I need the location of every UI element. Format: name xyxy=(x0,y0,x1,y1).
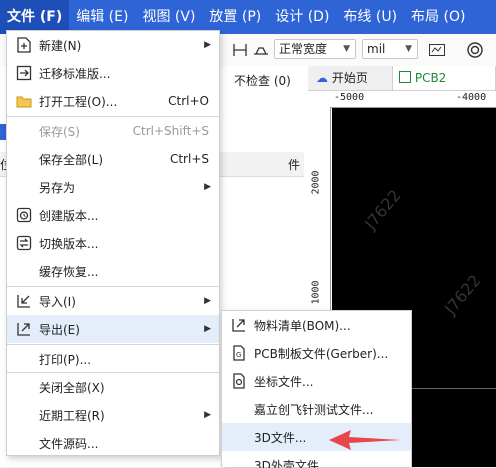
menu-item-label: 缓存恢复... xyxy=(39,264,99,279)
cloud-icon: ☁ xyxy=(316,71,328,85)
menu-item-label: 另存为 xyxy=(39,180,76,195)
ruler-label: -4000 xyxy=(456,92,487,103)
migrate-icon xyxy=(15,64,33,82)
document-tabs: ☁ 开始页 PCB2 xyxy=(308,66,496,91)
ruler-label: 2000 xyxy=(310,170,322,195)
menu-item-save-all[interactable]: 保存全部(L) Ctrl+S xyxy=(7,145,219,173)
tab-pcb2[interactable]: PCB2 xyxy=(392,66,496,90)
width-select-value: 正常宽度 xyxy=(279,42,328,56)
chevron-down-icon: ▼ xyxy=(343,44,350,54)
chevron-right-icon: ▶ xyxy=(204,182,211,192)
menu-item-label: 新建(N) xyxy=(39,38,82,53)
menu-layout[interactable]: 布局 (O) xyxy=(404,0,472,34)
import-icon xyxy=(15,292,33,310)
chevron-down-icon: ▼ xyxy=(405,44,412,54)
annotation-arrow-icon xyxy=(329,430,401,450)
measure-icon[interactable] xyxy=(428,41,446,59)
ruler-top: -5000 -4000 xyxy=(330,91,496,108)
menu-item-label: 打开工程(O)... xyxy=(39,94,118,109)
unit-select-value: mil xyxy=(367,42,386,56)
shortcut-label: Ctrl+O xyxy=(168,94,209,108)
ruler-label: -5000 xyxy=(334,92,365,103)
menu-item-bom[interactable]: 物料清单(BOM)... xyxy=(222,311,411,339)
menu-item-label: 切换版本... xyxy=(39,236,99,251)
menu-item-recent-projects[interactable]: 近期工程(R) ▶ xyxy=(7,401,219,429)
switch-version-icon xyxy=(15,234,33,252)
svg-text:G: G xyxy=(236,351,241,359)
col-header-right: 件 xyxy=(287,158,300,172)
trace-shape-icon[interactable] xyxy=(252,41,270,59)
menu-item-close-all[interactable]: 关闭全部(X) xyxy=(7,373,219,401)
ruler-label: 1000 xyxy=(310,280,322,305)
menu-item-label: 3D外壳文件... xyxy=(254,459,331,468)
target-icon[interactable] xyxy=(466,41,484,59)
menu-place[interactable]: 放置 (P) xyxy=(202,0,268,34)
menu-edit[interactable]: 编辑 (E) xyxy=(69,0,135,34)
chevron-right-icon: ▶ xyxy=(204,324,211,334)
menu-item-label: 保存全部(L) xyxy=(39,152,104,167)
no-check-tab[interactable]: 不检查 (0) xyxy=(234,72,291,89)
menubar: 文件 (F) 编辑 (E) 视图 (V) 放置 (P) 设计 (D) 布线 (U… xyxy=(0,0,496,34)
menu-item-label: 物料清单(BOM)... xyxy=(254,318,351,333)
menu-item-label: 导入(I) xyxy=(39,294,76,309)
tab-home[interactable]: ☁ 开始页 xyxy=(316,66,368,90)
menu-item-cache-restore[interactable]: 缓存恢复... xyxy=(7,257,219,285)
width-select[interactable]: 正常宽度 ▼ xyxy=(274,39,356,59)
menu-item-label: 文件源码... xyxy=(39,436,99,451)
new-file-icon xyxy=(15,36,33,54)
menu-item-label: 近期工程(R) xyxy=(39,408,105,423)
shortcut-label: Ctrl+S xyxy=(169,152,209,166)
menu-item-flying-probe[interactable]: 嘉立创飞针测试文件... xyxy=(222,395,411,423)
menu-item-label: 保存(S) xyxy=(39,124,80,139)
menu-item-open-project[interactable]: 打开工程(O)... Ctrl+O xyxy=(7,87,219,115)
gerber-icon: G xyxy=(230,344,248,362)
menu-item-label: PCB制板文件(Gerber)... xyxy=(254,346,389,361)
coordinate-icon xyxy=(230,372,248,390)
menu-item-label: 创建版本... xyxy=(39,208,99,223)
create-version-icon xyxy=(15,206,33,224)
menu-view[interactable]: 视图 (V) xyxy=(135,0,202,34)
ruler-icon[interactable] xyxy=(232,41,250,59)
menu-item-migrate[interactable]: 迁移标准版... xyxy=(7,59,219,87)
menu-file[interactable]: 文件 (F) xyxy=(0,0,70,34)
menu-route[interactable]: 布线 (U) xyxy=(336,0,404,34)
menu-item-switch-version[interactable]: 切换版本... xyxy=(7,229,219,257)
chevron-right-icon: ▶ xyxy=(204,410,211,420)
file-menu: 新建(N) ▶ 迁移标准版... 打开工程(O)... Ctrl+O 保存(S)… xyxy=(6,30,220,456)
menu-item-file-source[interactable]: 文件源码... xyxy=(7,429,219,457)
menu-item-save-as[interactable]: 另存为 ▶ xyxy=(7,173,219,201)
menu-item-label: 坐标文件... xyxy=(254,374,314,389)
menu-item-gerber[interactable]: G PCB制板文件(Gerber)... xyxy=(222,339,411,367)
menu-design[interactable]: 设计 (D) xyxy=(268,0,336,34)
menu-item-create-version[interactable]: 创建版本... xyxy=(7,201,219,229)
export-arrow-icon xyxy=(230,316,248,334)
menu-item-label: 关闭全部(X) xyxy=(39,380,105,395)
menu-item-export[interactable]: 导出(E) ▶ xyxy=(7,315,219,343)
menu-item-coordinate-file[interactable]: 坐标文件... xyxy=(222,367,411,395)
menu-item-import[interactable]: 导入(I) ▶ xyxy=(7,287,219,315)
export-icon xyxy=(15,320,33,338)
shortcut-label: Ctrl+Shift+S xyxy=(132,124,209,138)
menu-item-label: 打印(P)... xyxy=(39,352,92,367)
menu-item-label: 迁移标准版... xyxy=(39,66,111,81)
folder-icon xyxy=(15,92,33,110)
pcb-icon xyxy=(399,71,411,83)
unit-select[interactable]: mil ▼ xyxy=(362,39,418,59)
menu-item-print[interactable]: 打印(P)... xyxy=(7,345,219,373)
chevron-right-icon: ▶ xyxy=(204,40,211,50)
chevron-right-icon: ▶ xyxy=(204,296,211,306)
tab-pcb2-label: PCB2 xyxy=(414,71,447,85)
menu-item-label: 3D文件... xyxy=(254,430,307,445)
menu-item-label: 嘉立创飞针测试文件... xyxy=(254,402,374,417)
menu-item-new[interactable]: 新建(N) ▶ xyxy=(7,31,219,59)
tab-home-label: 开始页 xyxy=(331,71,368,85)
menu-item-save[interactable]: 保存(S) Ctrl+Shift+S xyxy=(7,117,219,145)
menu-item-label: 导出(E) xyxy=(39,322,80,337)
